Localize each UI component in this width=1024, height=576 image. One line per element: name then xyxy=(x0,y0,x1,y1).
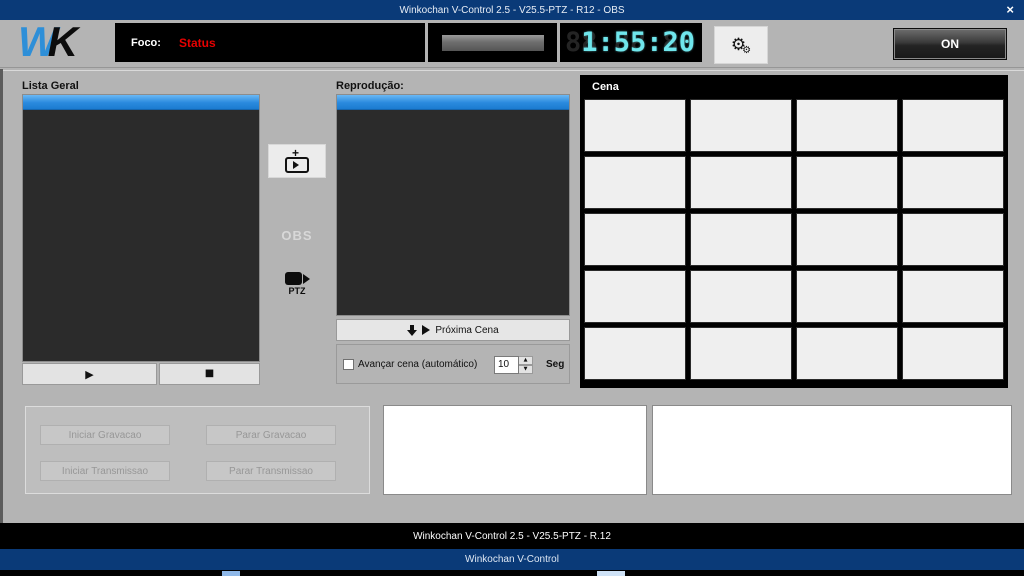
reproducao-listbox[interactable] xyxy=(336,94,570,316)
ptz-camera-button[interactable]: PTZ xyxy=(268,272,326,296)
parar-transmissao-button[interactable]: Parar Transmissao xyxy=(206,461,336,481)
parar-gravacao-button[interactable]: Parar Gravacao xyxy=(206,425,336,445)
lista-geral-selected-row[interactable] xyxy=(23,95,259,110)
scene-cell[interactable] xyxy=(690,270,792,323)
scene-cell[interactable] xyxy=(796,213,898,266)
iniciar-transmissao-button[interactable]: Iniciar Transmissao xyxy=(40,461,170,481)
scene-grid xyxy=(580,99,1008,384)
cena-panel: Cena xyxy=(580,75,1008,388)
scene-cell[interactable] xyxy=(690,156,792,209)
scene-cell[interactable] xyxy=(902,213,1004,266)
clock-panel: 88:88:88 1:55:20 xyxy=(560,23,702,62)
status-bar-text: Winkochan V-Control 2.5 - V25.5-PTZ - R.… xyxy=(413,531,611,542)
taskbar-fragment xyxy=(222,571,240,576)
scene-cell[interactable] xyxy=(796,327,898,380)
scene-cell[interactable] xyxy=(796,270,898,323)
scene-cell[interactable] xyxy=(796,99,898,152)
level-meter-panel xyxy=(428,23,557,62)
scene-cell[interactable] xyxy=(690,327,792,380)
down-arrow-icon xyxy=(407,325,417,336)
on-button[interactable]: ON xyxy=(893,28,1007,60)
scene-cell[interactable] xyxy=(690,99,792,152)
interval-value[interactable]: 10 xyxy=(494,356,519,374)
scene-cell[interactable] xyxy=(690,213,792,266)
scene-cell[interactable] xyxy=(902,156,1004,209)
recording-controls-group: Iniciar Gravacao Parar Gravacao Iniciar … xyxy=(25,406,370,494)
auto-advance-label: Avançar cena (automático) xyxy=(358,359,477,370)
auto-advance-checkbox[interactable] xyxy=(343,359,354,370)
reproducao-title: Reprodução: xyxy=(336,80,404,92)
window-left-edge xyxy=(0,69,3,523)
desktop-strip xyxy=(0,570,1024,576)
stop-button[interactable]: ■ xyxy=(159,363,260,385)
info-panel-left xyxy=(383,405,647,495)
level-meter-bar xyxy=(442,35,544,51)
scene-cell[interactable] xyxy=(584,213,686,266)
window-title: Winkochan V-Control 2.5 - V25.5-PTZ - R1… xyxy=(399,5,624,16)
stop-icon: ■ xyxy=(205,369,214,379)
seven-segment-clock: 88:88:88 1:55:20 xyxy=(565,27,697,59)
play-icon: ▶ xyxy=(85,369,93,380)
iniciar-gravacao-button[interactable]: Iniciar Gravacao xyxy=(40,425,170,445)
scene-cell[interactable] xyxy=(902,99,1004,152)
close-icon[interactable]: × xyxy=(1006,1,1014,19)
lista-geral-listbox[interactable] xyxy=(22,94,260,362)
spinner-down-icon[interactable]: ▼ xyxy=(519,365,533,374)
scene-cell[interactable] xyxy=(584,99,686,152)
obs-label: OBS xyxy=(268,228,326,243)
app-logo: WK xyxy=(18,22,110,64)
next-play-icon xyxy=(422,325,430,335)
add-media-play-icon xyxy=(293,161,299,169)
taskbar-fragment xyxy=(597,571,625,576)
scene-cell[interactable] xyxy=(584,327,686,380)
status-bar: Winkochan V-Control 2.5 - V25.5-PTZ - R.… xyxy=(0,523,1024,549)
lista-geral-title: Lista Geral xyxy=(22,80,79,92)
gear-small-icon: ⚙ xyxy=(742,46,751,56)
proxima-cena-label: Próxima Cena xyxy=(435,325,498,336)
add-to-playlist-button[interactable]: + xyxy=(268,144,326,178)
proxima-cena-button[interactable]: Próxima Cena xyxy=(336,319,570,341)
reproducao-selected-row[interactable] xyxy=(337,95,569,110)
interval-spinner[interactable]: 10 ▲ ▼ xyxy=(494,356,534,374)
taskbar-button-bar[interactable]: Winkochan V-Control xyxy=(0,549,1024,570)
scene-cell[interactable] xyxy=(584,156,686,209)
taskbar-text: Winkochan V-Control xyxy=(465,554,559,565)
interval-unit-label: Seg xyxy=(546,359,564,370)
settings-button[interactable]: ⚙ ⚙ xyxy=(714,26,768,64)
scene-cell[interactable] xyxy=(796,156,898,209)
info-panel-right xyxy=(652,405,1012,495)
clock-time: 1:55:20 xyxy=(565,27,697,59)
play-button[interactable]: ▶ xyxy=(22,363,157,385)
header-divider xyxy=(0,67,1024,71)
status-value: Status xyxy=(179,36,216,50)
ptz-label: PTZ xyxy=(289,286,306,296)
add-media-plus-icon: + xyxy=(292,146,299,160)
app-window: Winkochan V-Control 2.5 - V25.5-PTZ - R1… xyxy=(0,0,1024,576)
auto-advance-group: Avançar cena (automático) 10 ▲ ▼ Seg xyxy=(336,344,570,384)
logo-letter-k: K xyxy=(48,18,74,65)
scene-cell[interactable] xyxy=(902,270,1004,323)
titlebar: Winkochan V-Control 2.5 - V25.5-PTZ - R1… xyxy=(0,0,1024,20)
add-media-icon: + xyxy=(285,157,309,173)
cena-title: Cena xyxy=(580,75,1008,99)
spinner-up-icon[interactable]: ▲ xyxy=(519,356,533,365)
camera-icon xyxy=(285,272,310,285)
scene-cell[interactable] xyxy=(584,270,686,323)
scene-cell[interactable] xyxy=(902,327,1004,380)
foco-status-panel: Foco: Status xyxy=(115,23,425,62)
foco-label: Foco: xyxy=(131,37,161,49)
